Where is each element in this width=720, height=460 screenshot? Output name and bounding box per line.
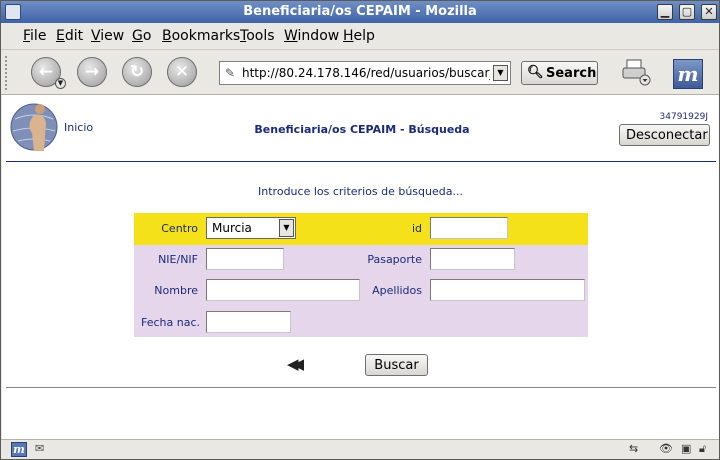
back-history-dropdown-icon[interactable]: ▼ (55, 78, 66, 89)
id-label: id (411, 222, 422, 235)
menu-help-label: elp (353, 28, 375, 44)
maximize-button[interactable]: ▢ (679, 4, 695, 20)
pasaporte-field[interactable] (430, 248, 515, 270)
menu-bookmarks-key: B (162, 28, 172, 44)
menu-view-label: iew (100, 28, 125, 44)
menu-tools-label: ools (246, 28, 275, 44)
menu-window[interactable]: Window (284, 28, 339, 44)
menu-go-label: o (142, 28, 152, 44)
url-bar[interactable]: ✎ ▼ (219, 61, 511, 85)
menu-go[interactable]: Go (132, 28, 151, 44)
title-bar: Beneficiaria/os CEPAIM - Mozilla ▁ ▢ ✕ (1, 1, 719, 23)
menu-file[interactable]: File (23, 28, 46, 44)
menu-view-key: V (91, 28, 101, 44)
toolbar-grip[interactable] (5, 56, 11, 90)
menu-go-key: G (132, 28, 143, 44)
reload-button[interactable]: ↻ (122, 57, 152, 87)
id-field[interactable] (430, 217, 508, 239)
buscar-button[interactable]: Buscar (365, 354, 428, 376)
menu-view[interactable]: View (91, 28, 124, 44)
centro-label: Centro (161, 222, 198, 235)
user-id: 34791929J (659, 112, 708, 122)
search-button[interactable]: 🔍︎ Search (521, 61, 598, 85)
cepaim-logo (10, 103, 58, 151)
stop-button[interactable]: ✕ (167, 57, 197, 87)
menu-edit-key: E (56, 28, 65, 44)
back-button[interactable]: ← ▼ (31, 57, 66, 89)
nie-label: NIE/NIF (158, 253, 198, 266)
privacy-icon[interactable]: 👁︎ (659, 442, 677, 457)
window-title: Beneficiaria/os CEPAIM - Mozilla (243, 4, 477, 19)
menu-help-key: H (343, 28, 354, 44)
navigation-toolbar: ←▼ → ↻ ✕ ✎ ▼ 🔍︎ Search m (1, 49, 719, 95)
forward-button[interactable]: → (77, 57, 107, 87)
centro-select[interactable]: Murcia ▼ (206, 217, 296, 239)
search-button-label: Search (546, 66, 597, 81)
page-content: Inicio Beneficiaria/os CEPAIM - Búsqueda… (2, 95, 719, 439)
chevron-down-icon[interactable]: ▼ (279, 219, 294, 237)
url-input[interactable] (242, 64, 490, 82)
rewind-back-icon[interactable]: ◀◀ (287, 355, 304, 373)
fecha-nac-field[interactable] (206, 311, 291, 333)
menu-file-key: F (23, 28, 31, 44)
menu-bookmarks[interactable]: Bookmarks (162, 28, 240, 44)
centro-row (134, 213, 588, 245)
menu-file-label: ile (30, 28, 47, 44)
url-history-dropdown-icon[interactable]: ▼ (493, 65, 508, 81)
nombre-label: Nombre (154, 284, 198, 297)
logout-button[interactable]: Desconectar (619, 124, 710, 146)
mozilla-navigator-icon[interactable]: m (11, 442, 27, 457)
apellidos-field[interactable] (430, 279, 585, 301)
footer-divider (6, 387, 716, 388)
fecha-nac-label: Fecha nac. (140, 316, 200, 329)
search-instructions: Introduce los criterios de búsqueda... (258, 185, 463, 198)
page-title: Beneficiaria/os CEPAIM - Búsqueda (254, 123, 470, 136)
menu-window-label: indow (297, 28, 340, 44)
pasaporte-label: Pasaporte (367, 253, 422, 266)
menu-bar: File Edit View Go Bookmarks Tools Window… (1, 23, 719, 49)
menu-window-key: W (284, 28, 298, 44)
nie-field[interactable] (206, 248, 284, 270)
close-button[interactable]: ✕ (701, 4, 717, 20)
menu-edit[interactable]: Edit (56, 28, 83, 44)
status-bar: m ✉︎ ⇆ 👁︎ ▣ 🔓︎ (1, 439, 719, 459)
inicio-link[interactable]: Inicio (64, 121, 93, 134)
security-lock-icon[interactable]: 🔓︎ (699, 442, 713, 457)
minimize-button[interactable]: ▁ (657, 4, 673, 20)
popup-icon[interactable]: ▣ (681, 442, 695, 457)
menu-help[interactable]: Help (343, 28, 375, 44)
browser-window: Beneficiaria/os CEPAIM - Mozilla ▁ ▢ ✕ F… (0, 0, 720, 460)
header-divider (6, 161, 716, 162)
centro-selected-value: Murcia (212, 221, 252, 235)
print-icon[interactable] (621, 58, 651, 86)
page-icon: ✎ (225, 66, 236, 80)
mozilla-logo-icon[interactable]: m (673, 59, 703, 89)
menu-edit-label: dit (64, 28, 84, 44)
nombre-field[interactable] (206, 279, 360, 301)
compose-icon[interactable]: ✉︎ (35, 442, 55, 457)
magnifier-icon: 🔍︎ (527, 65, 544, 80)
menu-bookmarks-label: ookmarks (171, 28, 241, 44)
apellidos-label: Apellidos (372, 284, 422, 297)
connection-icon: ⇆ (629, 442, 639, 455)
search-form: Centro Murcia ▼ id NIE/NIF Pasaporte Nom… (134, 213, 588, 337)
menu-tools[interactable]: Tools (240, 28, 275, 44)
